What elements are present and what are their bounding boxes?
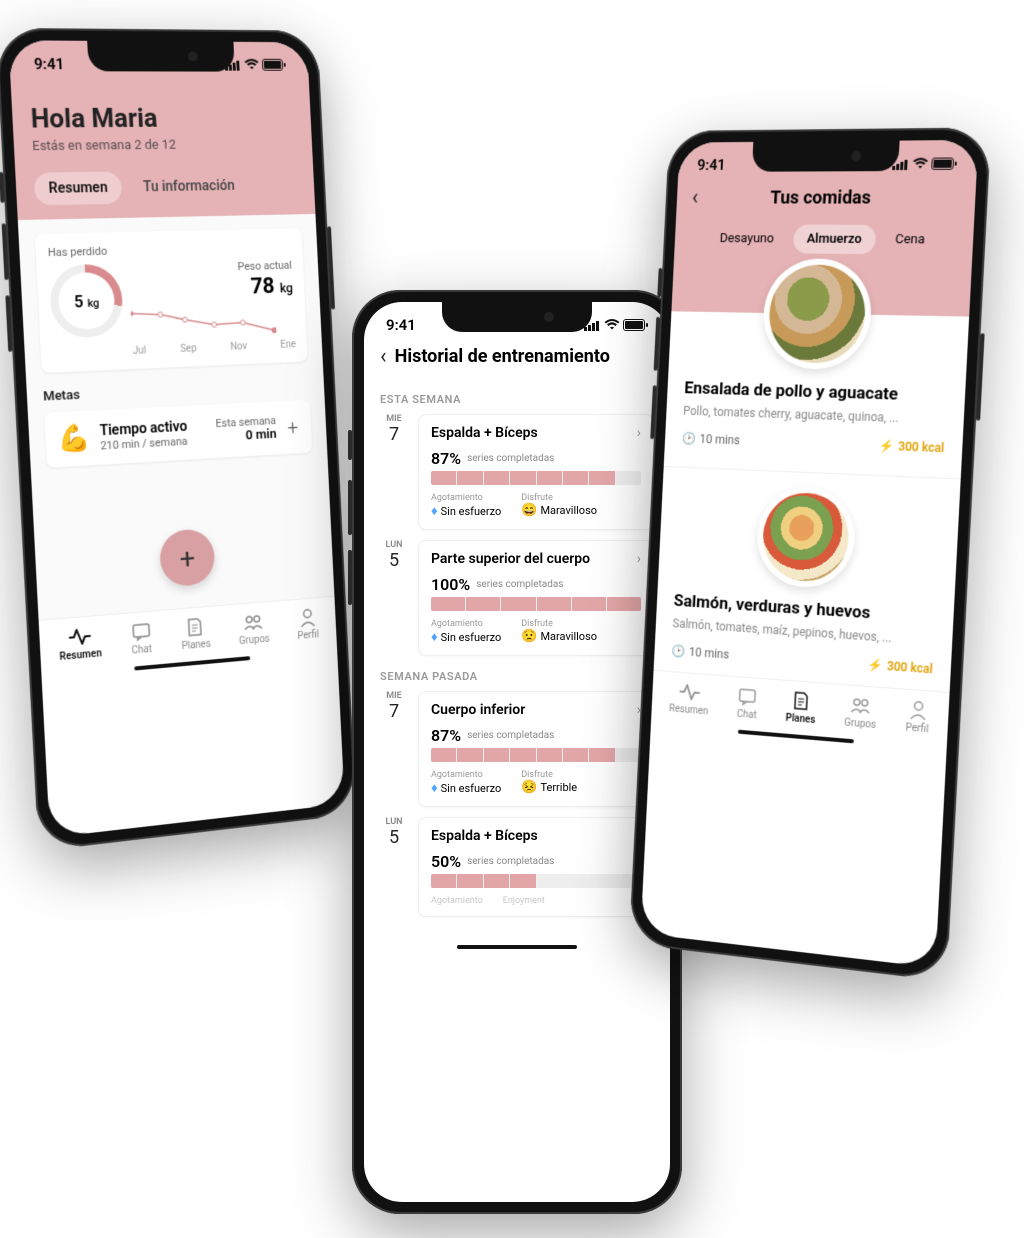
- tab-dinner[interactable]: Cena: [881, 225, 940, 255]
- page-title: Tus comidas: [705, 187, 939, 208]
- phone-history: 9:41 ‹ Historial de entrenamiento ESTA S…: [352, 290, 682, 1214]
- progress-bar: [431, 748, 641, 762]
- greeting: Hola Maria: [30, 103, 295, 134]
- tab-your-info[interactable]: Tu información: [129, 170, 249, 204]
- clock-icon: 🕑: [671, 644, 686, 659]
- nav-profile[interactable]: Perfil: [296, 606, 319, 642]
- chat-icon: [737, 685, 759, 708]
- groups-icon: [243, 610, 265, 633]
- flex-arm-icon: 💪: [57, 423, 91, 455]
- bolt-icon: ⚡: [868, 658, 884, 673]
- nav-groups[interactable]: Grupos: [844, 693, 878, 731]
- status-icons: [892, 157, 957, 170]
- greeting-subtitle: Estás en semana 2 de 12: [32, 137, 296, 155]
- nav-profile[interactable]: Perfil: [905, 698, 930, 735]
- emoji-icon: 😄: [521, 503, 537, 518]
- progress-ring: 5 kg: [49, 263, 125, 338]
- clock-icon: 🕑: [682, 431, 697, 445]
- profile-icon: [906, 698, 929, 722]
- back-icon[interactable]: ‹: [380, 344, 387, 369]
- workout-row: MIE7 Cuerpo inferior› 87%series completa…: [380, 691, 654, 807]
- weight-sparkline: [131, 305, 277, 340]
- nav-chat[interactable]: Chat: [736, 685, 759, 721]
- workout-card[interactable]: Cuerpo inferior› 87%series completadas A…: [418, 691, 654, 807]
- weight-card[interactable]: Has perdido 5 kg Peso actual 78 kg Jul: [35, 228, 308, 373]
- tab-breakfast[interactable]: Desayuno: [706, 224, 788, 253]
- nav-summary[interactable]: Resumen: [669, 680, 710, 717]
- phone-meals: 9:41 ‹ Tus comidas Desayuno Almuerzo Cen…: [629, 127, 991, 981]
- section-this-week: ESTA SEMANA: [380, 393, 654, 406]
- progress-bar: [431, 874, 641, 888]
- emoji-icon: 😟: [521, 629, 537, 644]
- back-icon[interactable]: ‹: [691, 186, 698, 211]
- status-icons: [584, 319, 648, 331]
- lost-label: Has perdido: [48, 240, 292, 259]
- status-time: 9:41: [697, 156, 726, 174]
- nav-chat[interactable]: Chat: [130, 620, 153, 657]
- status-icons: [225, 59, 286, 71]
- goals-heading: Metas: [43, 377, 310, 405]
- bolt-icon: ⚡: [879, 439, 895, 454]
- activity-icon: [68, 625, 91, 649]
- section-last-week: SEMANA PASADA: [380, 670, 654, 683]
- flame-icon: ♦: [431, 780, 438, 796]
- meal-image[interactable]: [755, 485, 857, 590]
- nav-groups[interactable]: Grupos: [238, 610, 270, 647]
- fab-add-button[interactable]: +: [159, 528, 216, 588]
- chat-icon: [130, 620, 153, 644]
- flame-icon: ♦: [431, 503, 438, 519]
- goal-card[interactable]: 💪 Tiempo activo 210 min / semana Esta se…: [44, 400, 312, 468]
- profile-icon: [296, 606, 318, 629]
- nav-plans[interactable]: Planes: [180, 615, 211, 652]
- add-goal-icon[interactable]: +: [285, 415, 301, 439]
- progress-bar: [431, 597, 641, 611]
- workout-row: MIE7 Espalda + Bíceps› 87%series complet…: [380, 414, 654, 530]
- meal-card[interactable]: Salmón, verduras y huevos Salmón, tomate…: [671, 481, 942, 684]
- phone-summary: 9:41 Hola Maria Estás en semana 2 de 12 …: [0, 28, 356, 851]
- nav-plans[interactable]: Planes: [785, 689, 816, 726]
- progress-bar: [431, 471, 641, 485]
- status-time: 9:41: [34, 55, 65, 73]
- tab-summary[interactable]: Resumen: [34, 171, 123, 205]
- home-indicator[interactable]: [457, 945, 577, 949]
- status-time: 9:41: [386, 316, 416, 334]
- chevron-right-icon: ›: [637, 551, 641, 567]
- flame-icon: ♦: [431, 629, 438, 645]
- emoji-icon: 😣: [521, 780, 537, 795]
- workout-card[interactable]: Espalda + Bíceps› 50%series completadas …: [418, 817, 654, 917]
- page-title: Historial de entrenamiento: [395, 346, 654, 367]
- tab-lunch[interactable]: Almuerzo: [792, 225, 876, 255]
- workout-card[interactable]: Espalda + Bíceps› 87%series completadas …: [418, 414, 654, 530]
- activity-icon: [679, 681, 701, 704]
- document-icon: [790, 689, 812, 713]
- chevron-right-icon: ›: [637, 425, 641, 441]
- document-icon: [184, 615, 206, 639]
- nav-summary[interactable]: Resumen: [58, 624, 102, 663]
- meal-card[interactable]: Ensalada de pollo y aguacate Pollo, toma…: [681, 378, 947, 463]
- workout-row: LUN5 Parte superior del cuerpo› 100%seri…: [380, 540, 654, 656]
- groups-icon: [850, 694, 873, 718]
- workout-row: LUN5 Espalda + Bíceps› 50%series complet…: [380, 817, 654, 917]
- workout-card[interactable]: Parte superior del cuerpo› 100%series co…: [418, 540, 654, 656]
